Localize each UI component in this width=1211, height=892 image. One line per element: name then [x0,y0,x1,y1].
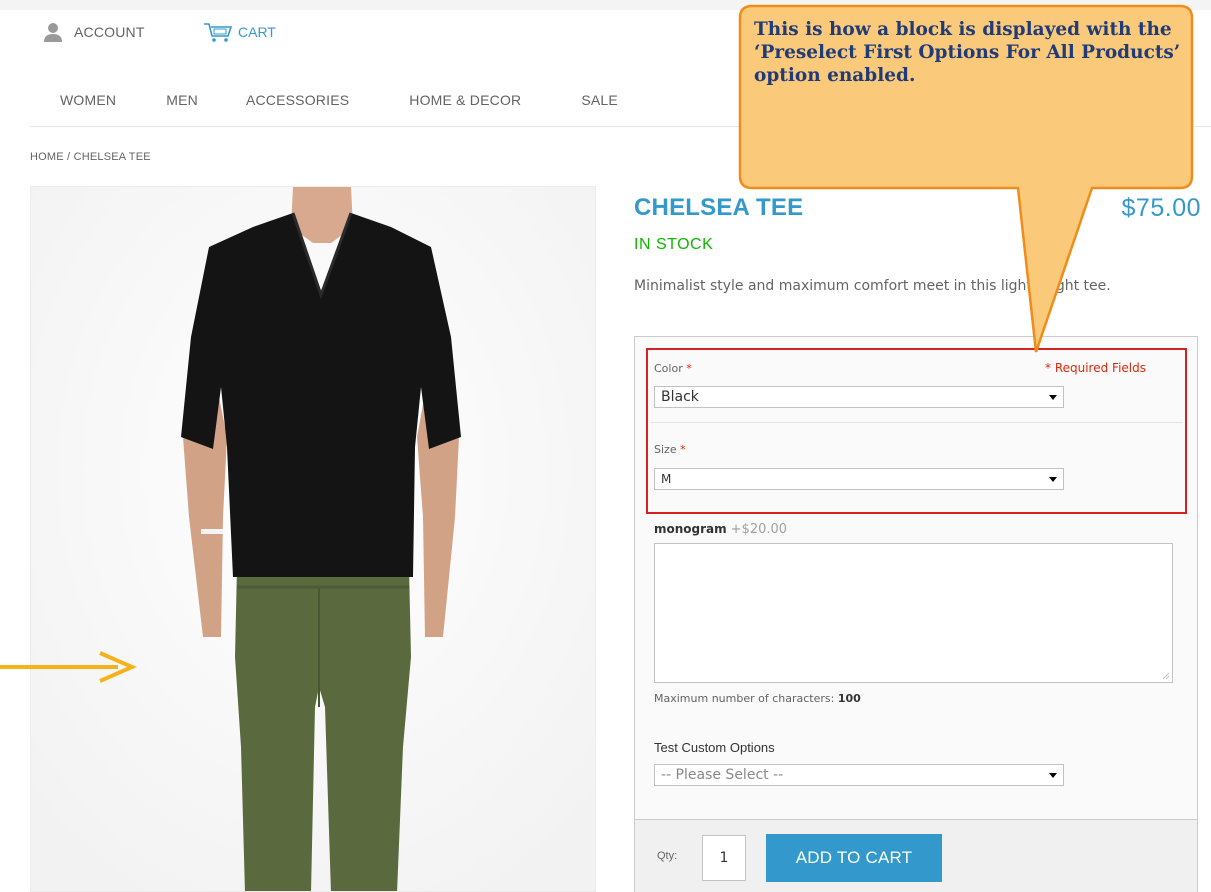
user-icon [44,23,62,42]
stock-status: IN STOCK [634,236,714,253]
size-select[interactable]: M [654,468,1064,490]
model-illustration [31,187,595,891]
product-price: $75.00 [1121,194,1201,222]
test-select-value: -- Please Select -- [661,767,784,783]
main-nav: WOMEN MEN ACCESSORIES HOME & DECOR SALE [60,92,618,108]
product-description: Minimalist style and maximum comfort mee… [634,278,1111,294]
max-characters-label: Maximum number of characters: [654,692,835,705]
account-link[interactable]: ACCOUNT [42,20,145,44]
monogram-label-text: monogram [654,522,727,536]
chevron-down-icon [1049,395,1057,400]
account-label: ACCOUNT [74,24,145,40]
chevron-down-icon [1049,477,1057,482]
monogram-label: monogram +$20.00 [654,522,787,537]
size-select-value: M [661,472,672,486]
test-custom-options-label: Test Custom Options [654,740,775,755]
cart-label: CART [238,24,276,40]
add-to-cart-button[interactable]: ADD TO CART [766,834,942,882]
monogram-price: +$20.00 [730,522,788,537]
top-strip [0,0,1211,10]
nav-item-women[interactable]: WOMEN [60,92,116,108]
arrow-right-icon [0,651,137,683]
cart-icon [204,23,233,42]
qty-input[interactable]: 1 [702,835,746,881]
required-star: * [686,362,692,375]
callout-text: This is how a block is displayed with th… [754,19,1181,86]
chevron-down-icon [1049,773,1057,778]
nav-item-home-decor[interactable]: HOME & DECOR [409,92,521,108]
required-star: * [680,443,686,456]
color-select[interactable]: Black [654,386,1064,408]
max-characters-note: Maximum number of characters: 100 [654,692,861,705]
color-label: Color * [654,362,692,375]
size-label-text: Size [654,443,677,456]
options-divider [650,422,1183,423]
nav-divider [30,126,1211,127]
max-characters-value: 100 [837,692,861,705]
required-fields-note: * Required Fields [1045,361,1146,375]
cart-link[interactable]: CART [202,20,276,44]
nav-item-accessories[interactable]: ACCESSORIES [246,92,349,108]
size-label: Size * [654,443,686,456]
qty-label: Qty: [657,850,678,862]
color-label-text: Color [654,362,683,375]
resize-handle-icon[interactable] [1162,672,1170,680]
test-custom-options-select[interactable]: -- Please Select -- [654,764,1064,786]
breadcrumb: HOME / CHELSEA TEE [30,151,151,163]
product-title: CHELSEA TEE [634,194,804,221]
monogram-textarea[interactable] [654,543,1173,683]
nav-item-men[interactable]: MEN [166,92,198,108]
nav-item-sale[interactable]: SALE [581,92,618,108]
color-select-value: Black [661,389,699,405]
product-image[interactable] [30,186,596,892]
